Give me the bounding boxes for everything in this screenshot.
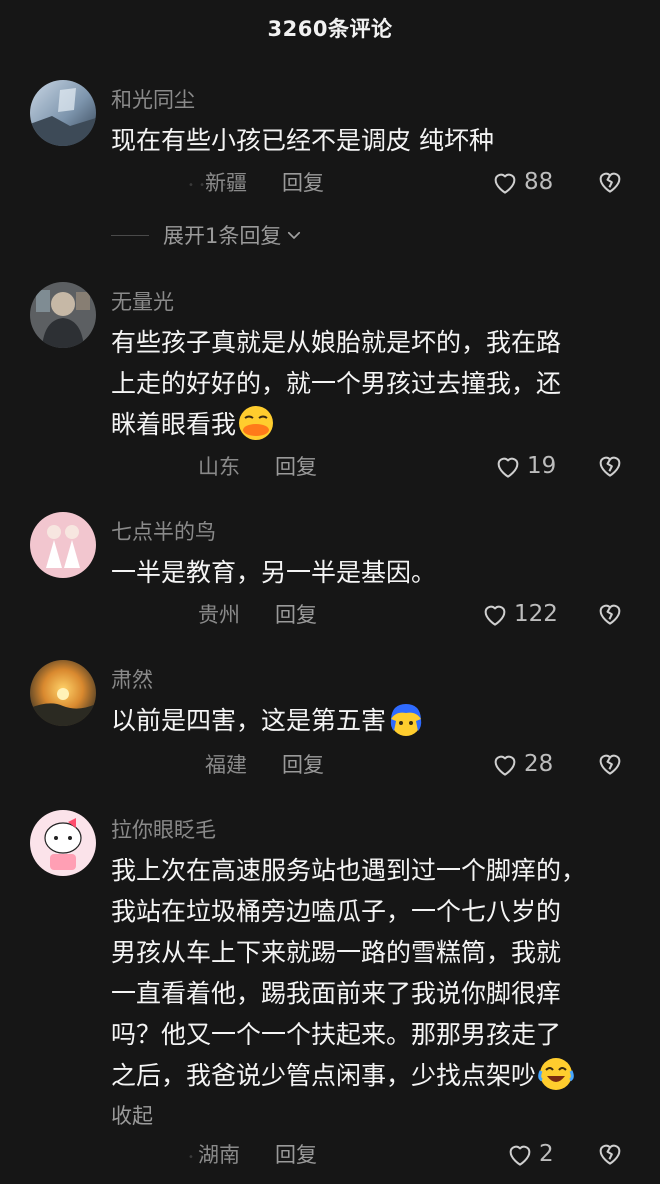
broken-heart-icon[interactable] (595, 166, 625, 196)
comment-meta: 贵州 回复 122 (0, 596, 660, 632)
like-button[interactable]: 28 (490, 746, 553, 782)
heart-icon (484, 605, 506, 626)
heart-icon (494, 755, 516, 776)
heart-icon (497, 457, 519, 478)
comment-text: 有些孩子真就是从娘胎就是坏的，我在路 上走的好好的，就一个男孩过去撞我，还 眯着… (111, 322, 631, 445)
broken-heart-icon[interactable] (595, 748, 625, 778)
comment-line: 眯着眼看我 (111, 410, 237, 439)
username[interactable]: 七点半的鸟 (111, 516, 216, 546)
comment-meta: • • • 湖南 回复 2 (0, 1136, 660, 1172)
reply-button[interactable]: 回复 (275, 451, 317, 481)
comment-meta: 山东 回复 19 (0, 448, 660, 484)
username[interactable]: 和光同尘 (111, 84, 195, 114)
comment-line-with-emoji: 之后，我爸说少管点闲事，少找点架吵 (111, 1055, 631, 1096)
comment-line: 男孩从车上下来就踢一路的雪糕筒，我就 (111, 938, 562, 967)
divider (111, 234, 149, 236)
collapse-button[interactable]: 收起 (111, 1100, 153, 1130)
heart-icon (509, 1145, 531, 1166)
comments-header: 3260条评论 (0, 0, 660, 56)
location-label: 湖南 (198, 1143, 240, 1167)
reply-button[interactable]: 回复 (282, 167, 324, 197)
avatar[interactable] (30, 512, 96, 578)
broken-heart-icon[interactable] (595, 450, 625, 480)
like-count: 19 (527, 453, 557, 479)
location-label: 贵州 (198, 603, 240, 627)
reply-button[interactable]: 回复 (275, 1139, 317, 1169)
avatar[interactable] (30, 80, 96, 146)
comment-line: 上走的好好的，就一个男孩过去撞我，还 (111, 369, 562, 398)
username[interactable]: 肃然 (111, 664, 153, 694)
comment-line: 现在有些小孩已经不是调皮 纯坏种 (111, 126, 494, 155)
comment-line: 以前是四害，这是第五害 (111, 706, 387, 735)
expand-replies-button[interactable]: 展开1条回复 (111, 220, 303, 250)
like-count: 88 (524, 169, 554, 195)
duck-emoji (239, 406, 274, 440)
location-label: 福建 (205, 753, 247, 777)
chevron-down-icon (288, 231, 301, 239)
avatar[interactable] (30, 660, 96, 726)
comment-meta: 福建 回复 28 (0, 746, 660, 782)
comment-line: 我上次在高速服务站也遇到过一个脚痒的， (111, 856, 587, 885)
blue-hair-emoji (390, 704, 422, 736)
location-label: 新疆 (205, 171, 247, 195)
heart-icon (494, 173, 516, 194)
comment-line: 吗？他又一个一个扶起来。那那男孩走了 (111, 1020, 562, 1049)
reply-button[interactable]: 回复 (282, 749, 324, 779)
comment-line: 有些孩子真就是从娘胎就是坏的，我在路 (111, 328, 562, 357)
reply-button[interactable]: 回复 (275, 599, 317, 629)
avatar[interactable] (30, 810, 96, 876)
comment-line: 之后，我爸说少管点闲事，少找点架吵 (111, 1061, 537, 1090)
expand-replies-label: 展开1条回复 (163, 224, 282, 248)
username[interactable]: 无量光 (111, 286, 174, 316)
like-count: 122 (514, 601, 558, 627)
comment-meta: • • • • 新疆 回复 88 (0, 164, 660, 200)
like-count: 2 (539, 1141, 554, 1167)
comment-line-with-emoji: 以前是四害，这是第五害 (111, 700, 631, 741)
comments-count-title: 3260条评论 (267, 17, 393, 41)
like-button[interactable]: 19 (493, 448, 556, 484)
broken-heart-icon[interactable] (595, 1138, 625, 1168)
comment-line-with-emoji: 眯着眼看我 (111, 404, 631, 445)
laugh-cry-emoji (538, 1058, 574, 1090)
like-button[interactable]: 88 (490, 164, 553, 200)
username[interactable]: 拉你眼眨毛 (111, 814, 216, 844)
comment-line: 一半是教育，另一半是基因。 (111, 558, 437, 587)
avatar[interactable] (30, 282, 96, 348)
broken-heart-icon[interactable] (595, 598, 625, 628)
comment-text: 我上次在高速服务站也遇到过一个脚痒的， 我站在垃圾桶旁边嗑瓜子，一个七八岁的 男… (111, 850, 631, 1096)
location-label: 山东 (198, 455, 240, 479)
like-button[interactable]: 2 (505, 1136, 554, 1172)
comment-line: 一直看着他，踢我面前来了我说你脚很痒 (111, 979, 562, 1008)
comment-line: 我站在垃圾桶旁边嗑瓜子，一个七八岁的 (111, 897, 562, 926)
comment-text: 现在有些小孩已经不是调皮 纯坏种 (111, 120, 631, 161)
comment-text: 一半是教育，另一半是基因。 (111, 552, 631, 593)
like-button[interactable]: 122 (480, 596, 558, 632)
comment-text: 以前是四害，这是第五害 (111, 700, 631, 741)
like-count: 28 (524, 751, 554, 777)
